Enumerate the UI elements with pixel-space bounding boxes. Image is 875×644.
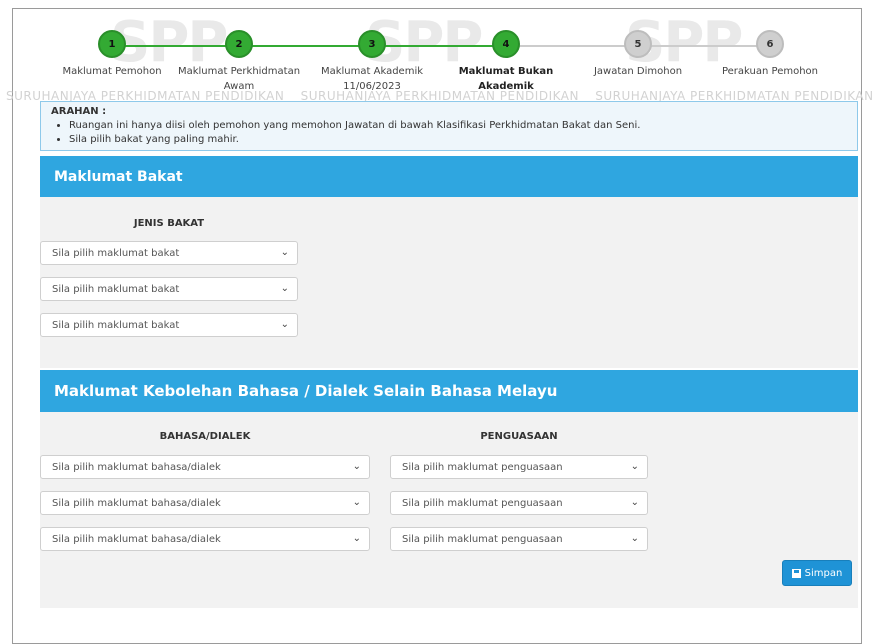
bahasa-panel: Maklumat Kebolehan Bahasa / Dialek Selai…	[40, 370, 858, 608]
step-circle: 2	[225, 30, 253, 58]
select-value: Sila pilih maklumat bahasa/dialek	[52, 497, 221, 509]
instructions-box: ARAHAN : Ruangan ini hanya diisi oleh pe…	[40, 101, 858, 151]
penguasaan-select-2[interactable]: Sila pilih maklumat penguasaan ⌄	[390, 491, 648, 515]
step-circle: 6	[756, 30, 784, 58]
select-value: Sila pilih maklumat bakat	[52, 283, 180, 295]
bakat-select-3[interactable]: Sila pilih maklumat bakat ⌄	[40, 313, 298, 337]
step-1[interactable]: 1 Maklumat Pemohon	[42, 30, 182, 79]
bakat-select-1[interactable]: Sila pilih maklumat bakat ⌄	[40, 241, 298, 265]
chevron-down-icon: ⌄	[630, 533, 639, 544]
chevron-down-icon: ⌄	[630, 497, 639, 508]
chevron-down-icon: ⌄	[280, 247, 289, 258]
step-circle: 5	[624, 30, 652, 58]
step-4[interactable]: 4 Maklumat Bukan Akademik	[436, 30, 576, 94]
step-sublabel: Awam	[223, 81, 255, 92]
step-2[interactable]: 2 Maklumat Perkhidmatan Awam	[169, 30, 309, 94]
step-6[interactable]: 6 Perakuan Pemohon	[700, 30, 840, 79]
chevron-down-icon: ⌄	[280, 283, 289, 294]
step-label: Jawatan Dimohon	[593, 66, 683, 77]
step-3[interactable]: 3 Maklumat Akademik 11/06/2023	[302, 30, 442, 94]
step-5[interactable]: 5 Jawatan Dimohon	[568, 30, 708, 79]
select-value: Sila pilih maklumat penguasaan	[402, 533, 563, 545]
step-label: Perakuan Pemohon	[721, 66, 818, 77]
penguasaan-select-1[interactable]: Sila pilih maklumat penguasaan ⌄	[390, 455, 648, 479]
bahasa-column-header: BAHASA/DIALEK	[159, 431, 251, 442]
step-circle: 1	[98, 30, 126, 58]
step-circle: 4	[492, 30, 520, 58]
step-label: Maklumat Akademik	[320, 66, 424, 77]
instruction-item: Sila pilih bakat yang paling mahir.	[69, 133, 847, 147]
save-button[interactable]: Simpan	[782, 560, 852, 586]
penguasaan-column-header: PENGUASAAN	[480, 431, 558, 442]
penguasaan-select-3[interactable]: Sila pilih maklumat penguasaan ⌄	[390, 527, 648, 551]
instruction-item: Ruangan ini hanya diisi oleh pemohon yan…	[69, 119, 847, 133]
bahasa-select-1[interactable]: Sila pilih maklumat bahasa/dialek ⌄	[40, 455, 370, 479]
chevron-down-icon: ⌄	[352, 497, 361, 508]
bahasa-select-3[interactable]: Sila pilih maklumat bahasa/dialek ⌄	[40, 527, 370, 551]
save-icon	[791, 568, 801, 578]
select-value: Sila pilih maklumat bahasa/dialek	[52, 461, 221, 473]
select-value: Sila pilih maklumat bakat	[52, 319, 180, 331]
select-value: Sila pilih maklumat bakat	[52, 247, 180, 259]
save-button-label: Simpan	[804, 567, 843, 579]
bahasa-panel-title: Maklumat Kebolehan Bahasa / Dialek Selai…	[40, 370, 858, 412]
chevron-down-icon: ⌄	[352, 533, 361, 544]
chevron-down-icon: ⌄	[352, 461, 361, 472]
select-value: Sila pilih maklumat bahasa/dialek	[52, 533, 221, 545]
step-label: Maklumat Pemohon	[62, 66, 162, 77]
select-value: Sila pilih maklumat penguasaan	[402, 461, 563, 473]
instructions-title: ARAHAN :	[51, 106, 107, 117]
bakat-select-2[interactable]: Sila pilih maklumat bakat ⌄	[40, 277, 298, 301]
instructions-list: Ruangan ini hanya diisi oleh pemohon yan…	[51, 119, 847, 147]
step-sublabel: 11/06/2023	[343, 81, 401, 92]
jenis-bakat-column-header: JENIS BAKAT	[133, 218, 205, 229]
bakat-panel-title: Maklumat Bakat	[40, 156, 858, 197]
select-value: Sila pilih maklumat penguasaan	[402, 497, 563, 509]
chevron-down-icon: ⌄	[280, 319, 289, 330]
step-circle: 3	[358, 30, 386, 58]
step-label: Maklumat Perkhidmatan	[177, 66, 301, 77]
step-sublabel: Akademik	[478, 81, 534, 92]
progress-stepper: 1 Maklumat Pemohon 2 Maklumat Perkhidmat…	[40, 30, 840, 100]
step-label: Maklumat Bukan	[458, 66, 554, 77]
chevron-down-icon: ⌄	[630, 461, 639, 472]
bahasa-select-2[interactable]: Sila pilih maklumat bahasa/dialek ⌄	[40, 491, 370, 515]
